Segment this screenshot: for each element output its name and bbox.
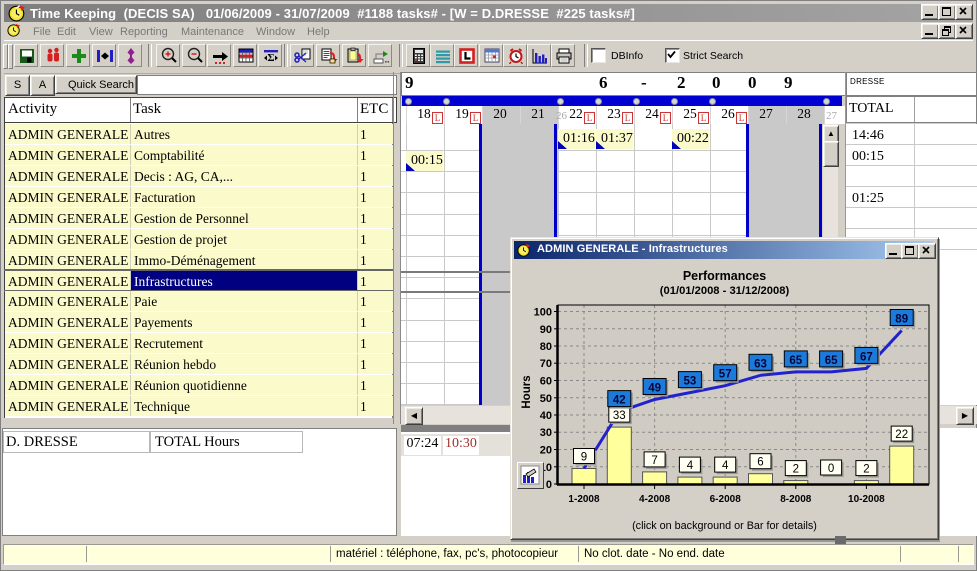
svg-text:22: 22 xyxy=(895,429,908,441)
svg-text:6: 6 xyxy=(757,457,763,469)
svg-text:89: 89 xyxy=(895,314,908,326)
svg-text:65: 65 xyxy=(789,355,802,367)
svg-text:67: 67 xyxy=(860,351,873,363)
svg-text:60: 60 xyxy=(540,376,552,388)
svg-text:63: 63 xyxy=(754,358,767,370)
svg-text:9: 9 xyxy=(581,452,587,464)
svg-text:20: 20 xyxy=(540,445,552,457)
svg-text:0: 0 xyxy=(546,479,552,491)
svg-text:90: 90 xyxy=(540,324,552,336)
svg-text:4: 4 xyxy=(687,460,694,472)
svg-text:42: 42 xyxy=(613,395,626,407)
svg-text:57: 57 xyxy=(719,369,732,381)
svg-text:4: 4 xyxy=(722,460,729,472)
svg-text:2: 2 xyxy=(863,464,869,476)
svg-text:Σ: Σ xyxy=(267,52,274,64)
svg-text:4-2008: 4-2008 xyxy=(639,494,671,505)
svg-text:(click on background or Bar fo: (click on background or Bar for details) xyxy=(632,520,817,532)
svg-text:70: 70 xyxy=(540,358,552,370)
svg-text:(01/01/2008 - 31/12/2008): (01/01/2008 - 31/12/2008) xyxy=(660,285,790,297)
svg-text:0: 0 xyxy=(828,463,834,475)
svg-text:7: 7 xyxy=(651,455,657,467)
svg-text:40: 40 xyxy=(540,410,552,422)
svg-text:Performances: Performances xyxy=(683,269,766,283)
svg-text:Hours: Hours xyxy=(521,375,533,408)
svg-text:1-2008: 1-2008 xyxy=(568,494,600,505)
svg-text:6-2008: 6-2008 xyxy=(710,494,742,505)
svg-text:8-2008: 8-2008 xyxy=(780,494,812,505)
svg-text:65: 65 xyxy=(825,355,838,367)
svg-text:53: 53 xyxy=(684,376,697,388)
svg-text:100: 100 xyxy=(534,307,552,319)
svg-text:80: 80 xyxy=(540,341,552,353)
svg-text:10-2008: 10-2008 xyxy=(848,494,885,505)
svg-text:2: 2 xyxy=(793,464,799,476)
svg-text:30: 30 xyxy=(540,427,552,439)
svg-text:50: 50 xyxy=(540,393,552,405)
svg-text:33: 33 xyxy=(613,410,626,422)
svg-text:49: 49 xyxy=(648,383,661,395)
